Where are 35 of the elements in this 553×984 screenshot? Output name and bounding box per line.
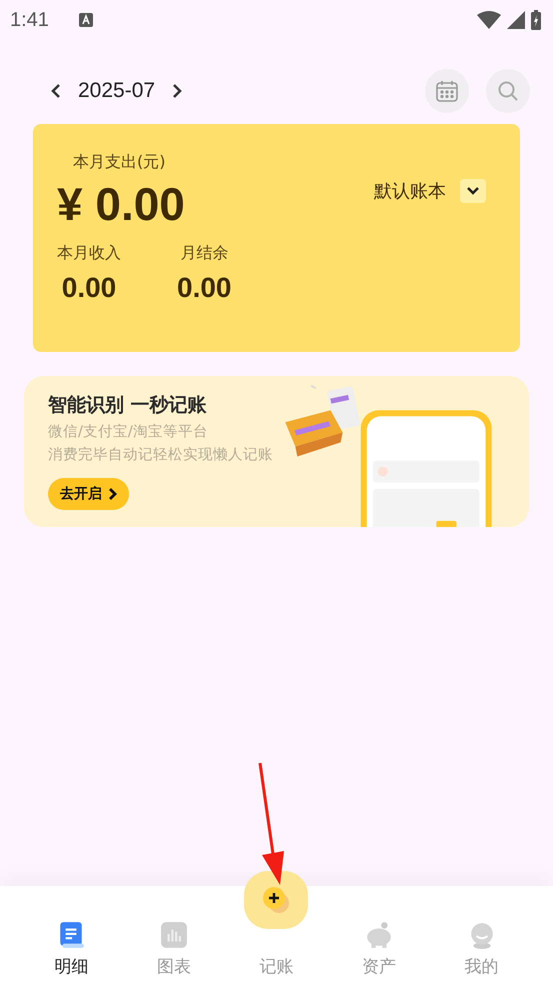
banner-text: 微信/支付宝/淘宝等平台 <box>48 422 209 441</box>
expense-label: 本月支出(元) <box>73 152 166 173</box>
tab-item[interactable]: 资产 <box>344 921 414 978</box>
chevron-down-icon <box>466 186 480 196</box>
tab-item[interactable]: 记账 <box>241 871 312 978</box>
keyboard-icon <box>78 13 93 27</box>
wifi-icon <box>477 11 501 29</box>
banner-text: 消费完毕自动记轻松实现懒人记账 <box>48 446 273 464</box>
battery-icon <box>531 10 541 30</box>
enable-button[interactable]: 去开启 <box>48 478 129 510</box>
promo-banner[interactable]: 智能识别 一秒记账 微信/支付宝/淘宝等平台 消费完毕自动记轻松实现懒人记账 去开启 <box>24 376 529 527</box>
chevron-left-icon <box>51 83 61 99</box>
signal-icon <box>507 11 525 29</box>
account-book-dropdown[interactable] <box>460 179 486 203</box>
account-book-label: 默认账本 <box>374 180 446 203</box>
bar-chart-icon <box>160 921 188 949</box>
income-amount: 0.00 <box>62 272 116 304</box>
calendar-button[interactable] <box>425 69 469 113</box>
expense-amount: ¥ 0.00 <box>57 177 185 231</box>
status-time: 1:41 <box>10 8 49 32</box>
chevron-right-icon <box>172 83 182 99</box>
add-record-button[interactable] <box>244 871 308 929</box>
tab-item[interactable]: 我的 <box>446 921 517 978</box>
piggy-bank-icon <box>365 921 394 949</box>
banner-title: 智能识别 一秒记账 <box>48 393 208 418</box>
income-label: 本月收入 <box>57 243 121 264</box>
chevron-right-icon <box>108 487 118 501</box>
document-icon <box>57 921 86 949</box>
balance-amount: 0.00 <box>177 272 232 304</box>
search-icon <box>497 80 519 102</box>
calendar-icon <box>435 79 459 103</box>
tab-item[interactable]: 图表 <box>138 921 209 978</box>
balance-label: 月结余 <box>180 243 228 264</box>
month-label: 2025-07 <box>78 79 156 103</box>
tab-item[interactable]: 明细 <box>36 921 106 978</box>
